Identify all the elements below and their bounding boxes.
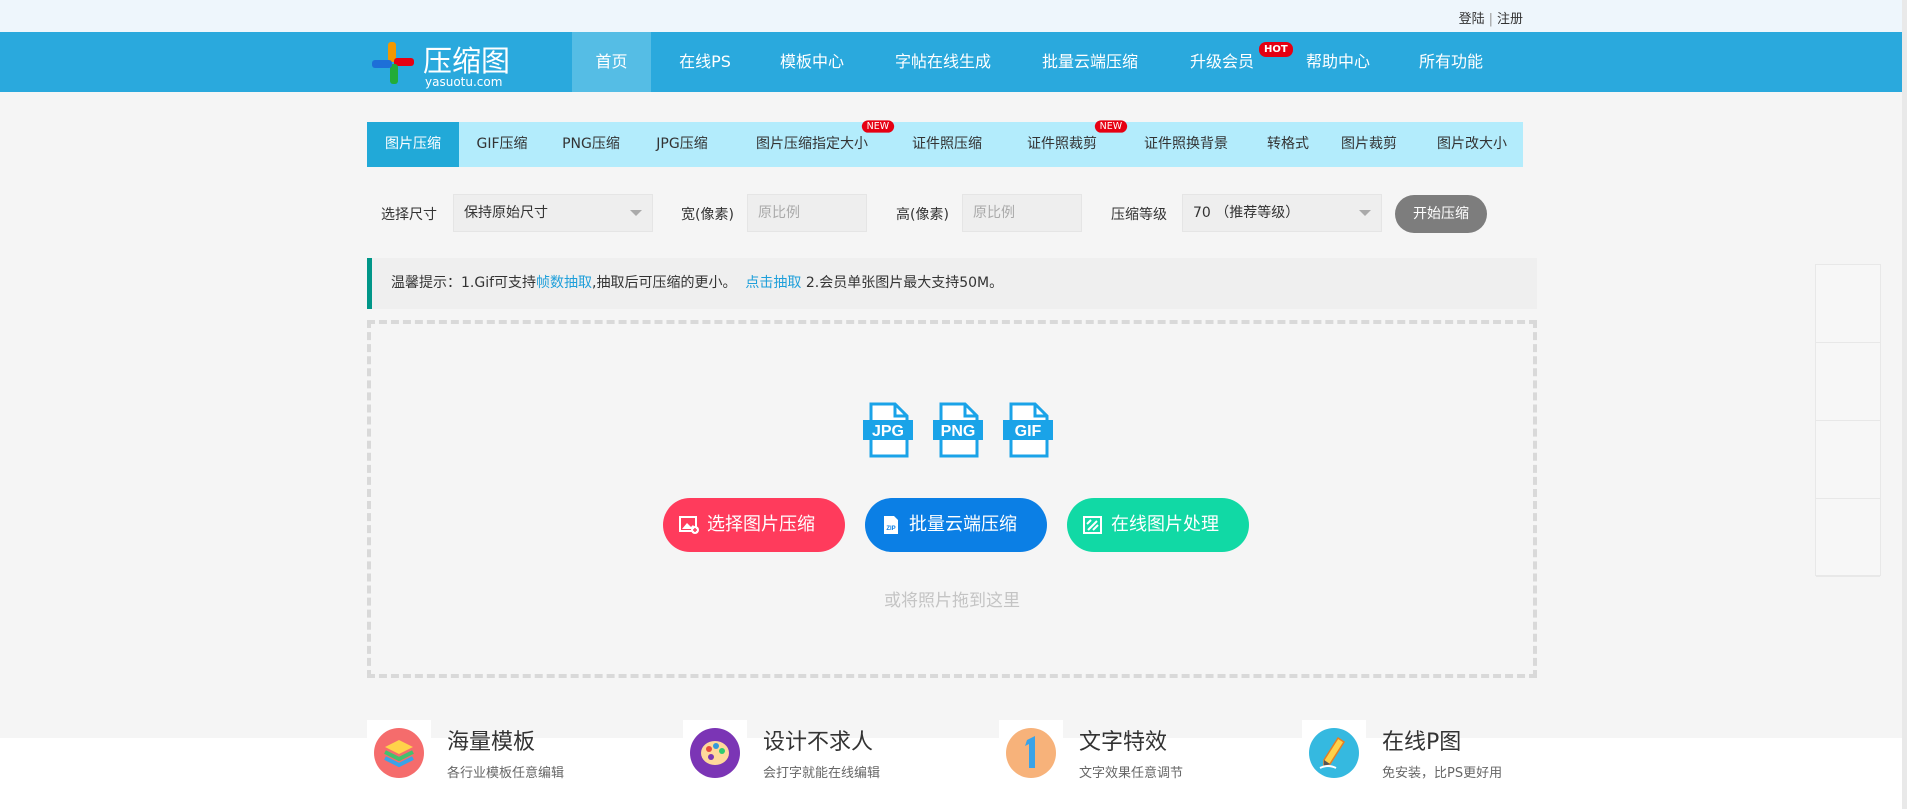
tip-middle: ,抽取后可压缩的更小。 (592, 275, 737, 291)
feature-title: 海量模板 (447, 730, 536, 755)
tab-id-photo-compress[interactable]: 证件照压缩 (897, 122, 997, 167)
logo-name: 压缩图 (423, 44, 511, 78)
image-upload-icon (679, 516, 699, 534)
top-links: 登陆 | 注册 (1459, 8, 1523, 27)
image-edit-icon (1083, 516, 1102, 534)
level-select-value: 70 （推荐等级） (1193, 205, 1300, 221)
top-bar: 登陆 | 注册 (0, 0, 1907, 32)
tab-jpg-compress[interactable]: JPG压缩 (637, 122, 727, 167)
size-select-value: 保持原始尺寸 (464, 205, 548, 221)
page-scrollbar[interactable] (1902, 0, 1907, 809)
feature-title: 在线P图 (1382, 730, 1462, 755)
tip-suffix: 2.会员单张图片最大支持50M。 (805, 275, 1004, 291)
hot-badge: HOT (1259, 42, 1293, 57)
gif-file-label: GIF (1015, 423, 1042, 440)
register-link[interactable]: 注册 (1497, 12, 1523, 27)
tab-png-compress[interactable]: PNG压缩 (545, 122, 637, 167)
jpg-file-icon: JPG (863, 402, 913, 458)
width-input[interactable] (747, 194, 867, 232)
gif-file-icon: GIF (1003, 402, 1053, 458)
tab-image-resize[interactable]: 图片改大小 (1427, 122, 1517, 167)
svg-text:ZIP: ZIP (886, 526, 895, 532)
tab-gif-compress[interactable]: GIF压缩 (459, 122, 545, 167)
layers-icon (367, 720, 431, 784)
logo-cross-icon (372, 42, 414, 84)
height-label: 高(像素) (896, 207, 949, 223)
nav-online-ps[interactable]: 在线PS (665, 32, 745, 92)
png-file-label: PNG (941, 423, 976, 440)
tab-convert-format[interactable]: 转格式 (1252, 122, 1324, 167)
feature-title: 文字特效 (1079, 730, 1168, 755)
nav-help-center[interactable]: 帮助中心 (1293, 32, 1383, 92)
new-badge: NEW (861, 120, 894, 133)
nav-upgrade-member[interactable]: 升级会员 (1177, 32, 1267, 92)
batch-cloud-compress-label: 批量云端压缩 (909, 514, 1017, 535)
compress-options: 选择尺寸 保持原始尺寸 宽(像素) 高(像素) 压缩等级 70 （推荐等级） 开… (367, 192, 1523, 234)
feature-desc: 会打字就能在线编辑 (763, 766, 881, 781)
chevron-down-icon (1359, 210, 1371, 216)
nav-template-center[interactable]: 模板中心 (767, 32, 857, 92)
chevron-down-icon (630, 210, 642, 216)
tool-tabs: 图片压缩 GIF压缩 PNG压缩 JPG压缩 图片压缩指定大小 证件照压缩 证件… (367, 120, 1523, 167)
level-select[interactable]: 70 （推荐等级） (1182, 194, 1382, 232)
logo-domain: yasuotu.com (425, 75, 503, 89)
height-input[interactable] (962, 194, 1082, 232)
click-extract-link[interactable]: 点击抽取 (745, 275, 801, 291)
feature-desc: 免安装，比PS更好用 (1382, 766, 1503, 781)
tab-image-compress[interactable]: 图片压缩 (367, 122, 459, 167)
floating-side-panel (1815, 264, 1881, 577)
size-label: 选择尺寸 (381, 207, 437, 223)
batch-cloud-compress-button[interactable]: ZIP 批量云端压缩 (865, 498, 1047, 552)
jpg-file-label: JPG (872, 423, 904, 440)
start-compress-button[interactable]: 开始压缩 (1395, 195, 1487, 233)
select-image-compress-label: 选择图片压缩 (707, 514, 815, 535)
login-link[interactable]: 登陆 (1459, 12, 1485, 27)
tip-prefix: 温馨提示：1.Gif可支持 (391, 275, 537, 291)
new-badge: NEW (1094, 120, 1127, 133)
online-image-edit-button[interactable]: 在线图片处理 (1067, 498, 1249, 552)
top-links-separator: | (1488, 12, 1493, 27)
online-image-edit-label: 在线图片处理 (1111, 514, 1219, 535)
palette-icon (683, 720, 747, 784)
feature-title: 设计不求人 (763, 730, 874, 755)
upload-dropzone[interactable]: JPG PNG GIF 选择图片压缩 ZIP 批量云端压缩 在线图片处理 或将照… (367, 320, 1537, 678)
nav-copybook[interactable]: 字帖在线生成 (883, 32, 1003, 92)
size-select[interactable]: 保持原始尺寸 (453, 194, 653, 232)
side-panel-slot[interactable] (1816, 343, 1880, 421)
drag-drop-hint: 或将照片拖到这里 (884, 591, 1020, 611)
feature-desc: 各行业模板任意编辑 (447, 766, 565, 781)
nav-all-features[interactable]: 所有功能 (1406, 32, 1496, 92)
level-label: 压缩等级 (1111, 207, 1167, 223)
main-nav: 压缩图 yasuotu.com 首页 在线PS 模板中心 字帖在线生成 批量云端… (0, 32, 1902, 92)
select-image-compress-button[interactable]: 选择图片压缩 (663, 498, 845, 552)
number-one-icon (999, 720, 1063, 784)
side-panel-slot[interactable] (1816, 421, 1880, 499)
png-file-icon: PNG (933, 402, 983, 458)
tab-id-photo-background[interactable]: 证件照换背景 (1127, 122, 1245, 167)
nav-home[interactable]: 首页 (572, 32, 651, 92)
pencil-icon (1302, 720, 1366, 784)
side-panel-slot[interactable] (1816, 265, 1880, 343)
nav-batch-cloud[interactable]: 批量云端压缩 (1030, 32, 1150, 92)
zip-file-icon: ZIP (884, 516, 898, 534)
feature-desc: 文字效果任意调节 (1079, 766, 1184, 781)
feature-strip: 海量模板 各行业模板任意编辑 设计不求人 会打字就能在线编辑 文字特效 文字效果… (0, 720, 1907, 809)
width-label: 宽(像素) (681, 207, 734, 223)
side-panel-slot[interactable] (1816, 499, 1880, 577)
frame-extract-link[interactable]: 帧数抽取 (536, 275, 592, 291)
tip-banner: 温馨提示：1.Gif可支持帧数抽取,抽取后可压缩的更小。 点击抽取 2.会员单张… (367, 258, 1537, 309)
tab-image-crop[interactable]: 图片裁剪 (1329, 122, 1409, 167)
